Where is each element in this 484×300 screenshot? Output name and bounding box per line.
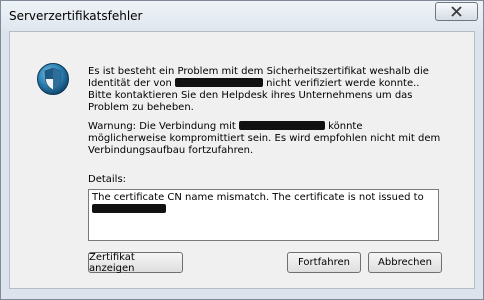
details-textbox[interactable]: The certificate CN name mismatch. The ce… <box>88 189 439 241</box>
view-certificate-button[interactable]: Zertifikat anzeigen <box>88 252 183 274</box>
title-bar[interactable]: Serverzertifikatsfehler <box>1 1 483 31</box>
details-text: The certificate CN name mismatch. The ce… <box>92 192 424 203</box>
close-button[interactable] <box>435 2 478 21</box>
details-label: Details: <box>88 174 127 185</box>
redacted-server-name <box>239 121 325 130</box>
cancel-button[interactable]: Abbrechen <box>368 252 442 273</box>
error-message: Es ist besteht ein Problem mit dem Siche… <box>88 66 443 114</box>
message-text-2a: Warnung: Die Verbindung mit <box>88 121 239 132</box>
dialog-content: Es ist besteht ein Problem mit dem Siche… <box>9 31 475 289</box>
close-icon <box>451 6 462 17</box>
shield-icon <box>37 63 69 95</box>
redacted-server-name <box>92 204 166 213</box>
redacted-server-name <box>174 78 263 87</box>
window-title: Serverzertifikatsfehler <box>9 9 143 23</box>
dialog-window: Serverzertifikatsfehler Es ist besteht e… <box>0 0 484 300</box>
warning-message: Warnung: Die Verbindung mit könnte mögli… <box>88 121 443 157</box>
continue-button[interactable]: Fortfahren <box>287 252 361 273</box>
